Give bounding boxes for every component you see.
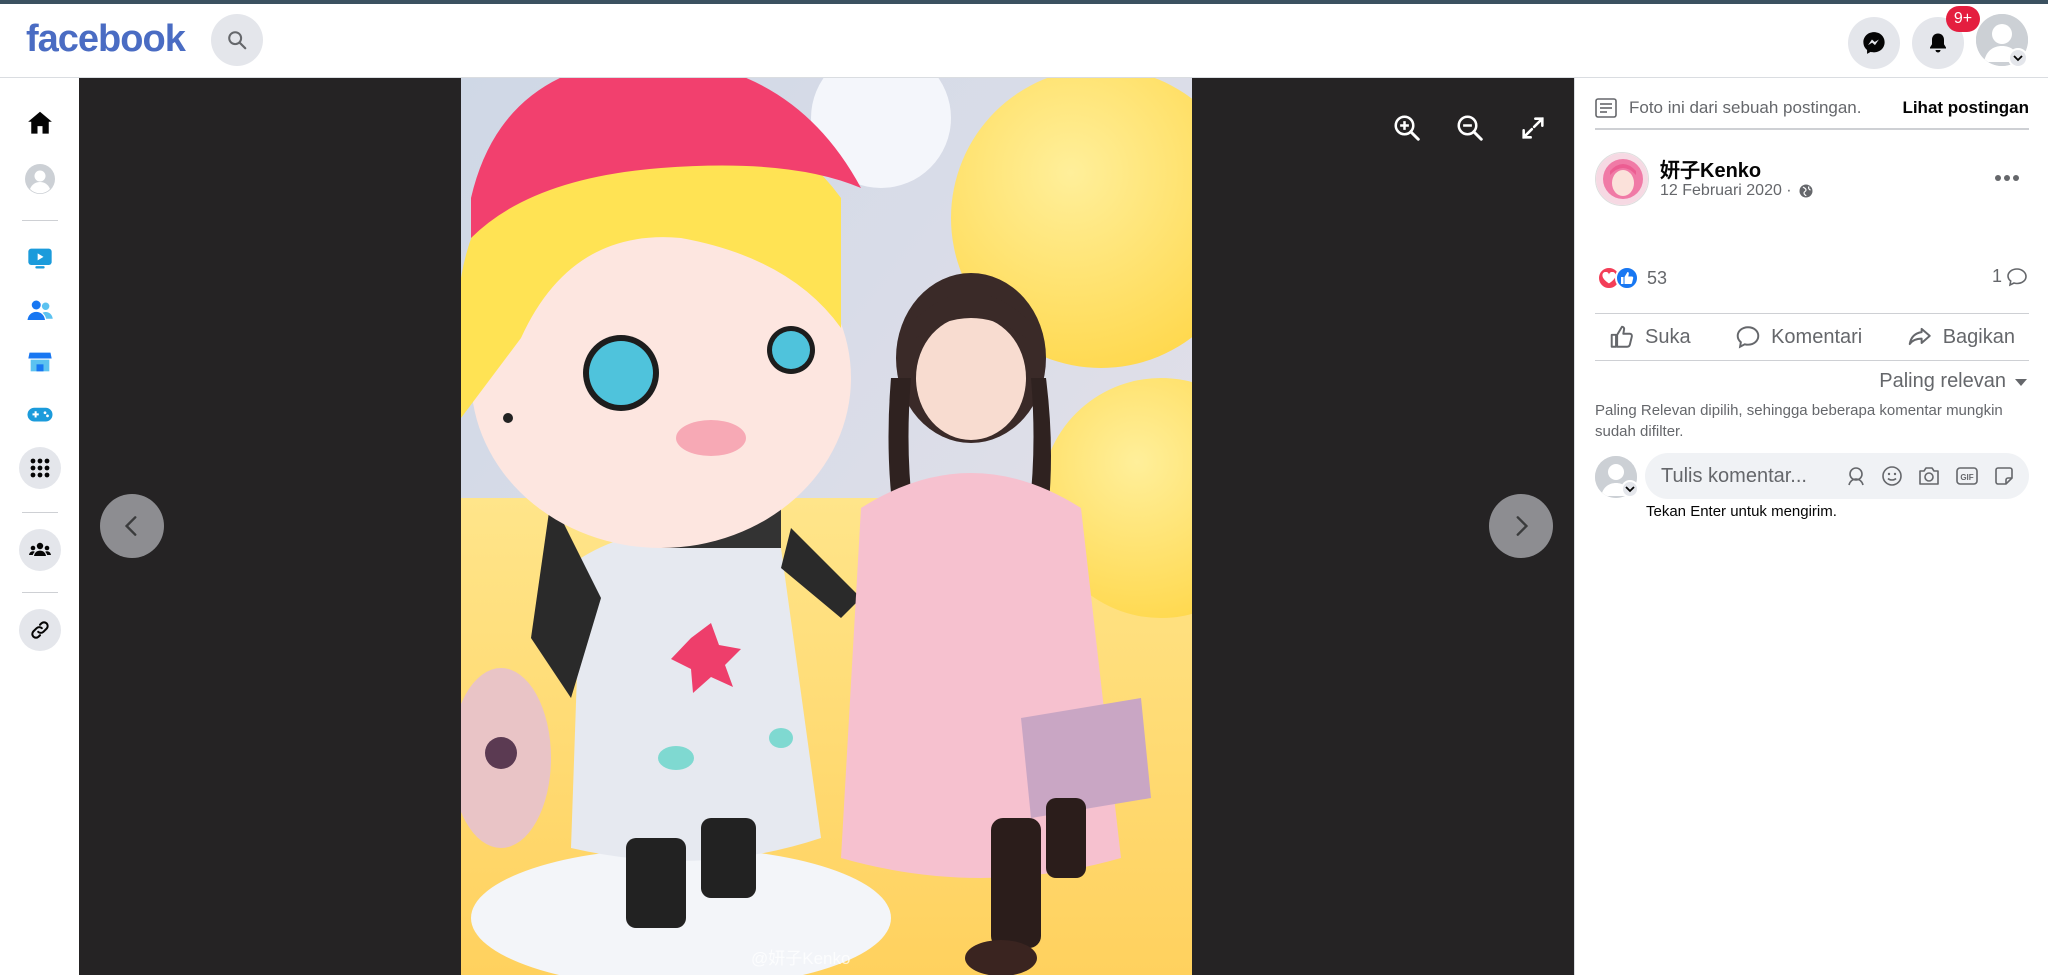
nav-divider <box>22 220 58 221</box>
share-label: Bagikan <box>1942 325 2015 348</box>
previous-photo-button[interactable] <box>100 494 164 558</box>
nav-divider <box>22 512 58 513</box>
chevron-left-icon <box>124 516 137 536</box>
marketplace-icon <box>28 352 52 372</box>
author-avatar[interactable] <box>1595 152 1649 206</box>
nav-profile[interactable] <box>20 159 60 199</box>
comment-label: Komentari <box>1771 325 1863 348</box>
nav-home[interactable] <box>20 103 60 143</box>
like-label: Suka <box>1645 325 1691 348</box>
thumbs-up-icon <box>1610 325 1633 348</box>
watch-video-icon <box>28 248 52 269</box>
nav-menu[interactable] <box>19 447 61 489</box>
photo-source-row: Foto ini dari sebuah postingan. Lihat po… <box>1595 88 2029 130</box>
gamepad-icon <box>27 407 53 422</box>
nav-friends[interactable] <box>20 290 60 330</box>
globe-icon <box>1799 184 1813 198</box>
comment-count-value: 1 <box>1991 266 2002 286</box>
nav-marketplace[interactable] <box>20 342 60 382</box>
chevron-down-icon <box>2013 55 2023 62</box>
photo-viewer: @妍子Kenko <box>79 78 1574 975</box>
post-date-text[interactable]: 12 Februari 2020 · <box>1660 182 1792 200</box>
svg-text:GIF: GIF <box>1960 473 1973 482</box>
post-details-pane: Foto ini dari sebuah postingan. Lihat po… <box>1574 78 2048 975</box>
grid-menu-icon <box>30 458 50 478</box>
share-icon <box>1908 327 1931 346</box>
search-button[interactable] <box>211 14 263 66</box>
chevron-down-icon <box>1625 486 1635 493</box>
search-icon <box>228 31 247 50</box>
facebook-logo[interactable]: facebook <box>26 18 186 61</box>
post-text-icon <box>1595 98 1617 118</box>
nav-divider <box>22 592 58 593</box>
nav-gaming[interactable] <box>20 394 60 434</box>
photo-image: @妍子Kenko <box>461 78 1192 975</box>
top-bar: facebook <box>0 4 2048 78</box>
camera-icon[interactable] <box>1917 465 1941 487</box>
profile-icon <box>25 164 55 194</box>
notification-badge: 9+ <box>1946 6 1980 32</box>
reaction-summary[interactable]: 53 <box>1597 266 1667 290</box>
more-horizontal-icon <box>1995 175 2019 181</box>
share-button[interactable]: Bagikan <box>1893 324 2029 350</box>
sticker-icon[interactable] <box>1993 465 2015 487</box>
comment-button[interactable]: Komentari <box>1721 324 1876 350</box>
messenger-icon <box>1863 32 1885 54</box>
link-icon <box>31 621 49 639</box>
comment-input[interactable]: Tulis komentar... GIF <box>1645 453 2029 499</box>
post-options-button[interactable] <box>1987 158 2027 198</box>
comment-count[interactable]: 1 <box>1992 266 2028 287</box>
gif-icon[interactable]: GIF <box>1955 465 1979 487</box>
photo-source-text: Foto ini dari sebuah postingan. <box>1629 98 1862 117</box>
nav-link[interactable] <box>19 609 61 651</box>
nav-groups[interactable] <box>19 529 61 571</box>
post-photo[interactable]: @妍子Kenko <box>461 78 1192 975</box>
bell-icon <box>1930 33 1946 53</box>
messenger-button[interactable] <box>1848 17 1900 69</box>
sort-explanation: Paling Relevan dipilih, sehingga beberap… <box>1595 402 2003 440</box>
chevron-right-icon <box>1516 516 1529 536</box>
author-name[interactable]: 妍子Kenko <box>1660 154 1761 183</box>
comment-sort-dropdown[interactable]: Paling relevan <box>1879 370 2028 393</box>
next-photo-button[interactable] <box>1489 494 1553 558</box>
avatar-sticker-icon[interactable] <box>1845 465 1867 487</box>
caret-down-icon <box>2015 378 2027 386</box>
photo-watermark: @妍子Kenko <box>751 949 850 968</box>
fullscreen-button[interactable] <box>1513 108 1553 148</box>
zoom-out-icon <box>1457 115 1483 141</box>
comment-tools: GIF <box>1845 465 2029 487</box>
nav-watch[interactable] <box>20 238 60 278</box>
expand-icon <box>1522 117 1544 139</box>
home-icon <box>28 111 52 134</box>
comment-icon <box>1736 326 1760 349</box>
zoom-out-button[interactable] <box>1450 108 1490 148</box>
friends-icon <box>27 300 53 320</box>
left-navigation <box>0 78 79 975</box>
post-date: 12 Februari 2020 · <box>1660 182 1814 200</box>
account-menu-button[interactable] <box>2008 48 2028 68</box>
groups-icon <box>29 542 51 556</box>
reaction-count: 53 <box>1647 267 1668 288</box>
comment-bubble-icon <box>2007 267 2027 286</box>
enter-to-send-hint: Tekan Enter untuk mengirim. <box>1646 503 1837 520</box>
like-reaction-icon <box>1615 266 1639 290</box>
view-post-link[interactable]: Lihat postingan <box>1902 98 2029 118</box>
post-actions: Suka Komentari Bagikan <box>1595 313 2029 361</box>
like-button[interactable]: Suka <box>1595 324 1705 350</box>
comment-sort-label: Paling relevan <box>1879 370 2006 392</box>
commenter-switch-button[interactable] <box>1621 480 1639 498</box>
zoom-in-icon <box>1394 115 1420 141</box>
comment-input-placeholder: Tulis komentar... <box>1661 464 1807 487</box>
zoom-in-button[interactable] <box>1387 108 1427 148</box>
emoji-icon[interactable] <box>1881 465 1903 487</box>
